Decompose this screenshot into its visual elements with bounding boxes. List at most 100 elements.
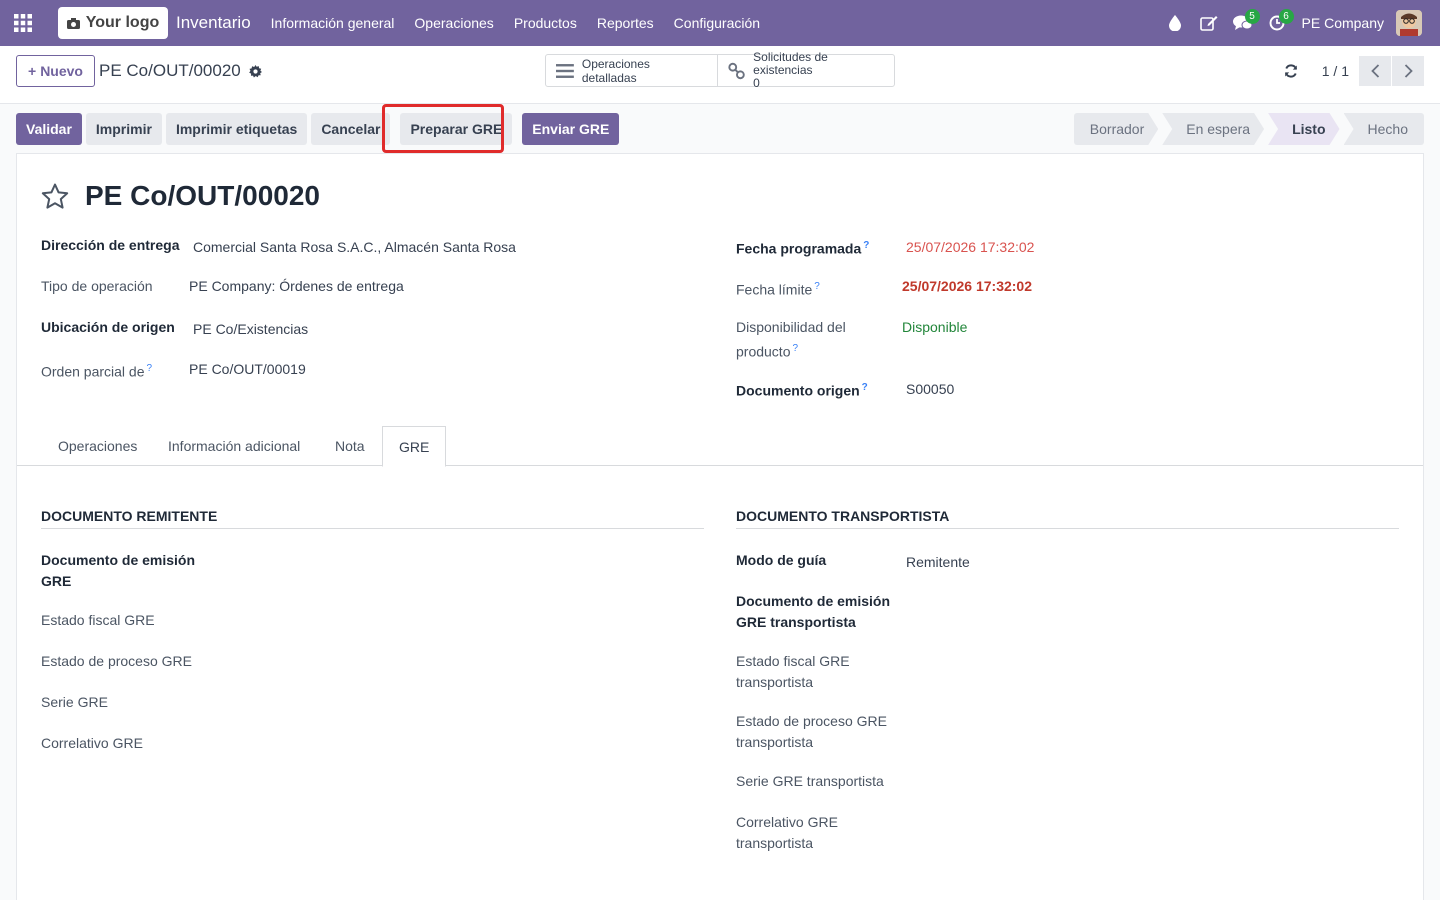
stock-requests-count: 0 — [753, 76, 760, 90]
send-gre-button[interactable]: Enviar GRE — [522, 113, 620, 145]
source-location-field[interactable]: PE Co/Existencias — [193, 319, 308, 340]
status-stages: Borrador En espera Listo Hecho — [1074, 113, 1424, 145]
stage-borrador[interactable]: Borrador — [1074, 113, 1158, 145]
stage-en-espera[interactable]: En espera — [1162, 113, 1264, 145]
print-button[interactable]: Imprimir — [85, 113, 162, 145]
carrier-doc-emision-label: Documento de emisión — [736, 593, 891, 609]
plus-icon: + — [28, 63, 37, 79]
help-icon[interactable]: ? — [862, 382, 868, 393]
tab-operaciones[interactable]: Operaciones — [42, 426, 153, 466]
operation-type-field[interactable]: PE Company: Órdenes de entrega — [189, 276, 404, 297]
notebook-tabs: Operaciones Información adicional Nota G… — [17, 426, 1423, 467]
refresh-icon[interactable] — [1284, 64, 1298, 78]
apps-menu-icon[interactable] — [0, 0, 46, 46]
record-name: PE Co/OUT/00020 — [99, 61, 241, 80]
tab-gre[interactable]: GRE — [382, 426, 447, 467]
link-icon — [728, 62, 745, 79]
guide-mode-label: Modo de guía — [736, 552, 827, 568]
help-icon[interactable]: ? — [792, 343, 798, 354]
sender-section-title: DOCUMENTO REMITENTE — [41, 508, 704, 529]
pager-value[interactable]: 1 / 1 — [1322, 63, 1349, 79]
sender-correlativo-label: Correlativo GRE — [41, 735, 143, 751]
help-icon[interactable]: ? — [147, 363, 153, 374]
delivery-address-label: Dirección de entrega — [41, 237, 180, 253]
sender-estado-fiscal-label: Estado fiscal GRE — [41, 612, 155, 628]
activities-clock-icon[interactable]: 6 — [1260, 0, 1294, 46]
menu-operaciones[interactable]: Operaciones — [404, 15, 503, 31]
help-icon[interactable]: ? — [814, 281, 820, 292]
menu-productos[interactable]: Productos — [504, 15, 587, 31]
delivery-address-field[interactable]: Comercial Santa Rosa S.A.C., Almacén San… — [193, 237, 516, 258]
guide-mode-field[interactable]: Remitente — [906, 552, 970, 573]
stock-requests-button[interactable]: Solicitudes de existencias 0 — [717, 51, 894, 90]
chevron-left-icon — [1370, 64, 1379, 78]
source-document-field[interactable]: S00050 — [906, 379, 954, 400]
stage-listo[interactable]: Listo — [1268, 113, 1339, 145]
backorder-label: Orden parcial de? — [41, 363, 153, 380]
messages-badge: 5 — [1244, 9, 1260, 24]
list-icon — [556, 63, 574, 78]
app-name[interactable]: Inventario — [176, 13, 251, 33]
carrier-estado-fiscal-label-line2: transportista — [736, 674, 814, 690]
detailed-operations-button[interactable]: Operaciones detalladas — [546, 55, 717, 86]
action-buttons: Validar Imprimir Imprimir etiquetas Canc… — [16, 113, 620, 145]
backorder-field[interactable]: PE Co/OUT/00019 — [189, 359, 306, 380]
drop-icon[interactable] — [1158, 0, 1192, 46]
carrier-correlativo-label: Correlativo GRE — [736, 814, 838, 830]
availability-label: Disponibilidad del — [736, 319, 846, 335]
stage-hecho[interactable]: Hecho — [1343, 113, 1424, 145]
camera-icon — [66, 17, 80, 29]
edit-icon[interactable] — [1192, 0, 1226, 46]
carrier-estado-proceso-label: Estado de proceso GRE — [736, 713, 887, 729]
form-sheet: PE Co/OUT/00020 Dirección de entrega Com… — [16, 153, 1424, 900]
scheduled-date-field[interactable]: 25/07/2026 17:32:02 — [906, 237, 1034, 258]
pager-next-button[interactable] — [1392, 56, 1424, 86]
scheduled-date-label: Fecha programada? — [736, 240, 870, 257]
carrier-doc-emision-label-line2: GRE transportista — [736, 614, 856, 630]
pager: 1 / 1 — [1284, 56, 1424, 86]
sender-estado-proceso-label: Estado de proceso GRE — [41, 653, 192, 669]
menu-reportes[interactable]: Reportes — [587, 15, 664, 31]
validate-button[interactable]: Validar — [16, 113, 82, 145]
smart-buttons: Operaciones detalladas Solicitudes de ex… — [545, 51, 895, 90]
pager-previous-button[interactable] — [1359, 56, 1391, 86]
source-document-label: Documento origen? — [736, 382, 868, 399]
company-logo[interactable]: Your logo — [58, 7, 168, 39]
cancel-button[interactable]: Cancelar — [311, 113, 391, 145]
menu-configuracion[interactable]: Configuración — [664, 15, 770, 31]
messages-icon[interactable]: 5 — [1226, 0, 1260, 46]
detailed-operations-label: Operaciones detalladas — [581, 56, 650, 85]
logo-text: Your logo — [85, 14, 160, 31]
activities-badge: 6 — [1278, 9, 1294, 24]
sender-serie-label: Serie GRE — [41, 694, 108, 710]
carrier-correlativo-label-line2: transportista — [736, 835, 814, 851]
tab-nota[interactable]: Nota — [319, 426, 381, 466]
carrier-section-title: DOCUMENTO TRANSPORTISTA — [736, 508, 1399, 529]
availability-label-line2: producto — [736, 343, 791, 360]
top-navbar: Your logo Inventario Información general… — [0, 0, 1440, 46]
sender-doc-emision-label-line2: GRE — [41, 573, 72, 589]
operation-type-label: Tipo de operación — [41, 278, 153, 294]
prepare-gre-button[interactable]: Preparar GRE — [400, 113, 513, 145]
new-button-label: Nuevo — [40, 63, 83, 79]
help-icon[interactable]: ? — [863, 240, 869, 251]
carrier-serie-label: Serie GRE transportista — [736, 773, 884, 789]
star-icon[interactable] — [41, 183, 69, 209]
deadline-field[interactable]: 25/07/2026 17:32:02 — [902, 276, 1032, 297]
control-panel: + Nuevo PE Co/OUT/00020 Operaciones deta… — [0, 46, 1440, 104]
availability-status: Disponible — [902, 319, 968, 335]
sender-doc-emision-label: Documento de emisión — [41, 552, 196, 568]
carrier-estado-proceso-label-line2: transportista — [736, 734, 814, 750]
new-button[interactable]: + Nuevo — [16, 55, 95, 87]
tab-informacion-adicional[interactable]: Información adicional — [152, 426, 316, 466]
company-switcher[interactable]: PE Company — [1302, 15, 1384, 31]
print-labels-button[interactable]: Imprimir etiquetas — [165, 113, 308, 145]
page-title: PE Co/OUT/00020 — [85, 180, 320, 211]
stock-requests-label: Solicitudes de existencias — [753, 50, 828, 77]
carrier-estado-fiscal-label: Estado fiscal GRE — [736, 653, 850, 669]
gear-icon[interactable] — [248, 64, 262, 78]
breadcrumb: PE Co/OUT/00020 — [99, 61, 262, 81]
menu-informacion-general[interactable]: Información general — [261, 15, 405, 31]
user-avatar[interactable] — [1396, 10, 1422, 36]
chevron-right-icon — [1404, 64, 1413, 78]
